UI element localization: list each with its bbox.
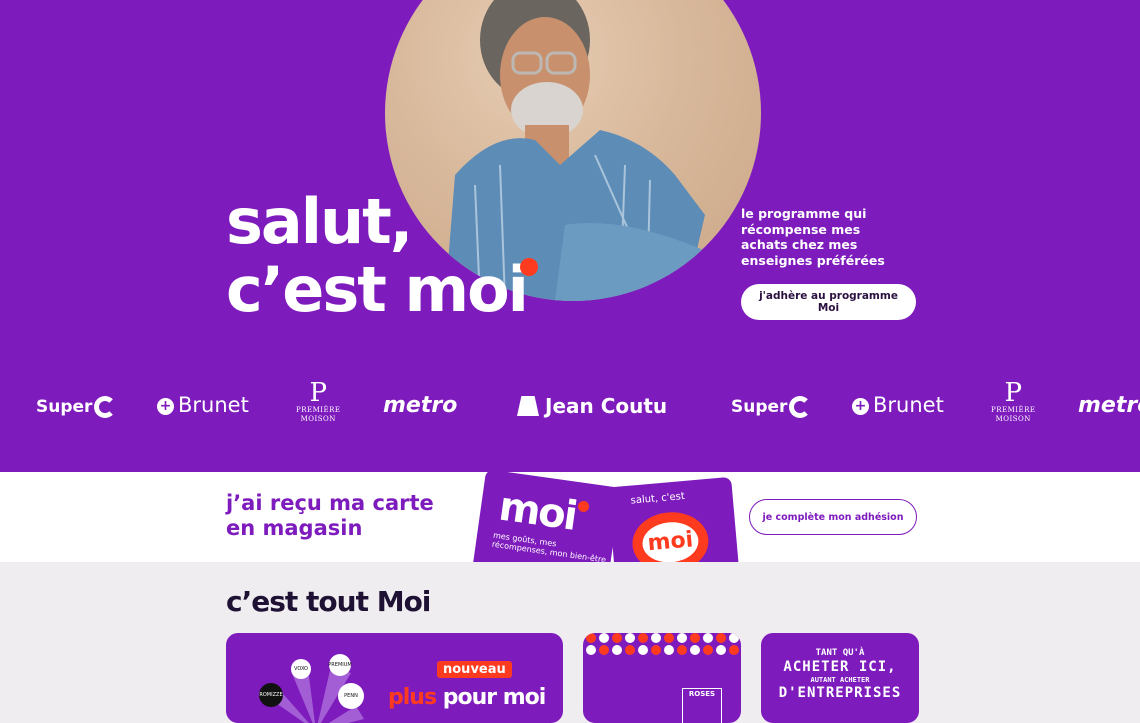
section-title: c’est tout Moi [226,585,431,618]
brunet-logo[interactable]: + Brunet [852,393,944,417]
moi-card-back: salut, c'est moi [607,476,741,562]
brand-fan-graphic: VOXO PREMIUM ROMIZZE PENN [256,651,366,723]
premiere-moisson-monogram: P [309,378,328,408]
moi-card-word: moi [496,483,579,540]
moi-card-front: moi mes goûts, mes récompenses, mon bien… [471,472,621,562]
partner-logos-strip: Super + Brunet P PREMIÈRE MOISON metro Je… [0,378,1140,438]
new-badge: nouveau [437,661,512,678]
brunet-logo[interactable]: + Brunet [157,393,249,417]
premiere-moisson-text2: MOISON [300,415,336,423]
promo-tile-plus-pour-moi[interactable]: VOXO PREMIUM ROMIZZE PENN nouveau plus p… [226,633,563,723]
brunet-cross-icon: + [157,398,174,415]
card-band: j’ai reçu ma carte en magasin moi mes go… [0,472,1140,562]
join-program-button[interactable]: j'adhère au programme Moi [741,284,916,320]
hero-section: salut, c’est moi le programme qui récomp… [0,0,1140,472]
acheter-ici-line3: AUTANT ACHETER [810,676,870,684]
superc-logo-text: Super [731,397,788,417]
superc-c-icon [94,396,117,418]
plus-pour-moi-text: plus pour moi [388,685,547,710]
acheter-ici-line4: D'ENTREPRISES [778,685,902,701]
headline-moi: moi [404,253,528,326]
acheter-ici-line2: ACHETER ICI, [783,659,897,675]
pour-moi-text: pour moi [436,685,547,710]
superc-logo[interactable]: Super [36,396,117,418]
promo-tile-acheter-ici[interactable]: TANT QU'À ACHETER ICI, AUTANT ACHETER D'… [761,633,919,723]
headline-line1: salut, [226,185,413,258]
premiere-moisson-text1: PREMIÈRE [296,406,341,414]
superc-logo[interactable]: Super [731,396,812,418]
moi-card-back-top: salut, c'est [630,490,686,507]
premiere-moisson-text2: MOISON [995,415,1031,423]
brand-bubble-premium: PREMIUM [328,654,352,676]
moi-dot-accent [520,258,538,276]
brunet-logo-text: Brunet [873,393,944,417]
jean-coutu-logo-text: Jean Coutu [545,394,668,418]
premiere-moisson-logo[interactable]: P PREMIÈRE MOISON [991,380,1036,424]
brand-bubble-voxo: VOXO [291,659,311,679]
hero-tagline: le programme qui récompense mes achats c… [741,206,885,268]
brunet-logo-text: Brunet [178,393,249,417]
brunet-cross-icon: + [852,398,869,415]
brand-bubble-penn: PENN [338,683,364,709]
headline-line2-prefix: c’est [226,253,405,326]
complete-membership-button[interactable]: je complète mon adhésion [749,499,917,535]
card-band-title: j’ai reçu ma carte en magasin [226,491,434,540]
jean-coutu-icon [517,396,539,416]
metro-logo[interactable]: metro [383,393,457,418]
decorative-dots-row [583,633,741,643]
jean-coutu-logo[interactable]: Jean Coutu [517,394,667,418]
premiere-moisson-monogram: P [1004,378,1023,408]
superc-c-icon [789,396,812,418]
premiere-moisson-logo[interactable]: P PREMIÈRE MOISON [296,380,341,424]
brand-bubble-romizze: ROMIZZE [259,683,283,707]
metro-logo[interactable]: metro [1078,393,1140,418]
promo-tile-roses[interactable]: ROSES [583,633,741,723]
moi-card-dot [577,500,590,513]
headline-line2: c’est moi [226,253,529,326]
hero-headline: salut, c’est moi [226,185,529,326]
superc-logo-text: Super [36,397,93,417]
acheter-ici-line1: TANT QU'À [815,648,865,658]
acheter-ici-text: TANT QU'À ACHETER ICI, AUTANT ACHETER D'… [761,647,919,701]
decorative-dots-row [583,645,741,655]
premiere-moisson-text1: PREMIÈRE [991,406,1036,414]
plus-text: plus [388,685,437,710]
